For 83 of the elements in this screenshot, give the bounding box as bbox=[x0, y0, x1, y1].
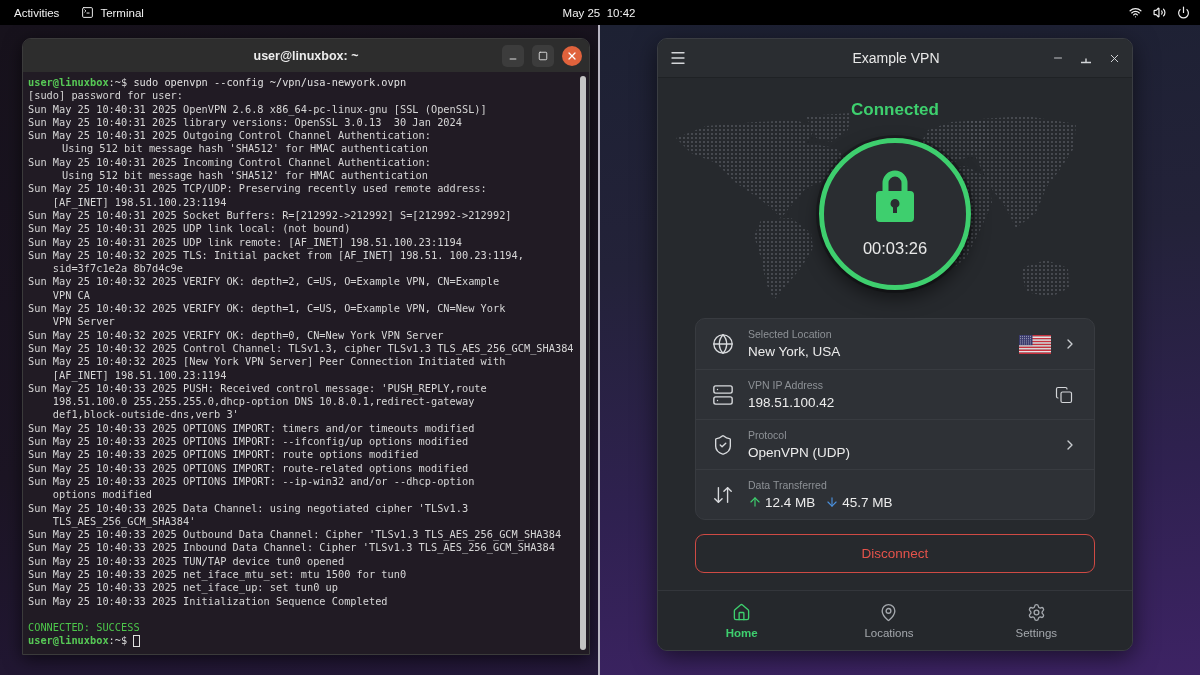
output-line: Sun May 25 10:40:33 2025 PUSH: Received control message: 'PUSH_REPLY,route bbox=[28, 381, 487, 396]
maximize-icon bbox=[538, 50, 548, 61]
us-flag-icon bbox=[1019, 334, 1051, 354]
wrapped-output-line: 198.51.100.0 255.255.255.0,dhcp-option DNS 10.8.0.1,redirect-gateway bbox=[52, 395, 475, 409]
terminal-icon bbox=[81, 6, 95, 19]
padlock-icon bbox=[876, 169, 914, 222]
output-line: Sun May 25 10:40:31 2025 Socket Buffers: R=[212992->212992] S=[212992->212992] bbox=[28, 208, 512, 223]
minimize-button[interactable] bbox=[502, 44, 524, 67]
output-line: Sun May 25 10:40:31 2025 OpenVPN 2.6.8 x86_64-pc-linux-gnu [SSL (OpenSSL)] bbox=[28, 102, 487, 116]
copy-icon[interactable] bbox=[1055, 385, 1073, 404]
output-line: Sun May 25 10:40:33 2025 Initialization Sequence Completed bbox=[28, 594, 388, 608]
output-line: Sun May 25 10:40:33 2025 OPTIONS IMPORT: --ifconfig/up options modified bbox=[28, 435, 469, 449]
output-line: Sun May 25 10:40:33 2025 OPTIONS IMPORT: route-related options modified bbox=[28, 461, 469, 475]
output-line: Sun May 25 10:40:31 2025 library versions: OpenSSL 3.0.13 30 Jan 2024 bbox=[28, 115, 462, 130]
output-line: Sun May 25 10:40:32 2025 [New York VPN Server] Peer Connection Initiated with bbox=[28, 355, 506, 369]
wrapped-output-line: [AF_INET] 198.51.100.23:1194 bbox=[52, 368, 227, 382]
scrollbar-thumb[interactable] bbox=[580, 76, 586, 650]
output-line: Sun May 25 10:40:32 2025 Control Channel: TLSv1.3, cipher TLSv1.3 TLS_AES_256_GCM_SHA384 bbox=[28, 341, 574, 356]
output-line: Sun May 25 10:40:32 2025 VERIFY OK: depth=2, C=US, O=Example VPN, CN=Example bbox=[28, 275, 500, 289]
clock-button[interactable]: May 25 10:42 bbox=[556, 2, 642, 23]
output-line: Sun May 25 10:40:33 2025 Outbound Data Channel: Cipher 'TLSv1.3 TLS_AES_256_GCM_SHA384 bbox=[28, 528, 562, 542]
wrapped-output-line: VPN CA bbox=[52, 288, 90, 303]
wrapped-output-line: def1,block-outside-dns,verb 3' bbox=[52, 408, 239, 422]
info-label: Selected Location bbox=[748, 328, 832, 341]
output-line: Sun May 25 10:40:32 2025 TLS: Initial packet from [AF_INET] 198.51. 100.23:1194, bbox=[28, 248, 524, 263]
output-line: Sun May 25 10:40:33 2025 TUN/TAP device tun0 opened bbox=[28, 554, 345, 568]
info-value: OpenVPN (UDP) bbox=[748, 443, 851, 461]
output-line: Sun May 25 10:40:31 2025 UDP link remote: [AF_INET] 198.51.100.23:1194 bbox=[28, 235, 462, 249]
shield-check-icon bbox=[712, 433, 734, 456]
download-amount: 45.7 MB bbox=[842, 493, 893, 511]
home-icon bbox=[732, 602, 752, 622]
prompt-user-host: user@linuxbox bbox=[28, 76, 109, 90]
maximize-button[interactable] bbox=[532, 44, 554, 67]
output-line: Sun May 25 10:40:31 2025 Outgoing Control Channel Authentication: bbox=[28, 129, 431, 143]
info-value: New York, USA bbox=[748, 343, 841, 360]
output-line: Sun May 25 10:40:33 2025 net_iface_up: set tun0 up bbox=[28, 581, 338, 595]
disconnect-button[interactable]: Disconnect bbox=[695, 534, 1095, 573]
volume-icon[interactable] bbox=[1153, 6, 1166, 19]
output-line: Sun May 25 10:40:32 2025 VERIFY OK: depth=1, C=US, O=Example VPN, CN=New York bbox=[28, 302, 506, 316]
info-value: 198.51.100.42 bbox=[748, 393, 835, 411]
output-line: Sun May 25 10:40:33 2025 Data Channel: using negotiated cipher 'TLSv1.3 bbox=[28, 501, 469, 515]
connection-timer: 00:03:26 bbox=[862, 238, 928, 258]
nav-tab[interactable]: Locations bbox=[815, 591, 963, 650]
wrapped-output-line: VPN Server bbox=[52, 315, 115, 329]
app-menu-button[interactable]: Terminal bbox=[75, 2, 150, 23]
output-line: Sun May 25 10:40:31 2025 UDP link local: (not bound) bbox=[28, 222, 351, 236]
power-icon[interactable] bbox=[1177, 6, 1190, 19]
info-label: Data Transferred bbox=[748, 478, 827, 492]
nav-tab[interactable]: Home bbox=[668, 591, 816, 650]
activities-button[interactable]: Activities bbox=[8, 2, 66, 23]
window-title: user@linuxbox: ~ bbox=[253, 48, 359, 63]
wrapped-output-line: Using 512 bit message hash 'SHA512' for HMAC authentication bbox=[62, 142, 428, 156]
window-title: Example VPN bbox=[852, 50, 940, 66]
output-line: Sun May 25 10:40:33 2025 OPTIONS IMPORT: --ip-win32 and/or --dhcp-option bbox=[28, 474, 475, 489]
output-line: Sun May 25 10:40:31 2025 Incoming Control Channel Authentication: bbox=[28, 155, 431, 170]
wrapped-output-line: [AF_INET] 198.51.100.23:1194 bbox=[52, 195, 227, 209]
output-line: Sun May 25 10:40:31 2025 TCP/UDP: Preserving recently used remote address: bbox=[28, 182, 487, 196]
output-line: Sun May 25 10:40:33 2025 Inbound Data Channel: Cipher 'TLSv1.3 TLS_AES_256_GCM_SHA384 bbox=[28, 541, 555, 555]
output-line: Sun May 25 10:40:33 2025 net_iface_mtu_set: mtu 1500 for tun0 bbox=[28, 568, 407, 582]
prompt-user-host: user@linuxbox bbox=[28, 634, 109, 648]
upload-amount: 12.4 MB bbox=[765, 493, 816, 511]
wrapped-output-line: sid=3f7c1e2a 8b7d4c9e bbox=[52, 262, 183, 276]
menu-icon bbox=[669, 49, 687, 67]
output-line: [sudo] password for user: bbox=[28, 89, 183, 103]
connection-status: Connected bbox=[851, 100, 939, 120]
output-line: Sun May 25 10:40:33 2025 OPTIONS IMPORT: timers and/or timeouts modified bbox=[28, 421, 475, 435]
wifi-icon[interactable] bbox=[1129, 6, 1142, 19]
close-button[interactable] bbox=[562, 45, 582, 66]
command-text: sudo openvpn --config ~/vpn/usa-newyork.ovpn bbox=[133, 76, 407, 90]
settings-icon bbox=[1026, 602, 1046, 622]
wrapped-output-line: TLS_AES_256_GCM_SHA384' bbox=[52, 514, 196, 529]
status-message: CONNECTED: SUCCESS bbox=[28, 621, 140, 635]
output-line: Sun May 25 10:40:32 2025 VERIFY OK: depth=0, CN=New York VPN Server bbox=[28, 328, 444, 342]
nav-tab[interactable]: Settings bbox=[962, 591, 1110, 650]
prompt-path: :~$ bbox=[108, 634, 128, 648]
globe-icon bbox=[712, 333, 734, 355]
wrapped-output-line: options modified bbox=[52, 488, 152, 502]
output-line: Sun May 25 10:40:33 2025 OPTIONS IMPORT: route options modified bbox=[28, 448, 419, 462]
server-icon bbox=[712, 383, 734, 406]
info-label: Protocol bbox=[748, 428, 787, 442]
prompt-path: :~$ bbox=[108, 76, 128, 90]
wrapped-output-line: Using 512 bit message hash 'SHA512' for HMAC authentication bbox=[62, 169, 428, 183]
info-label: VPN IP Address bbox=[748, 378, 824, 392]
